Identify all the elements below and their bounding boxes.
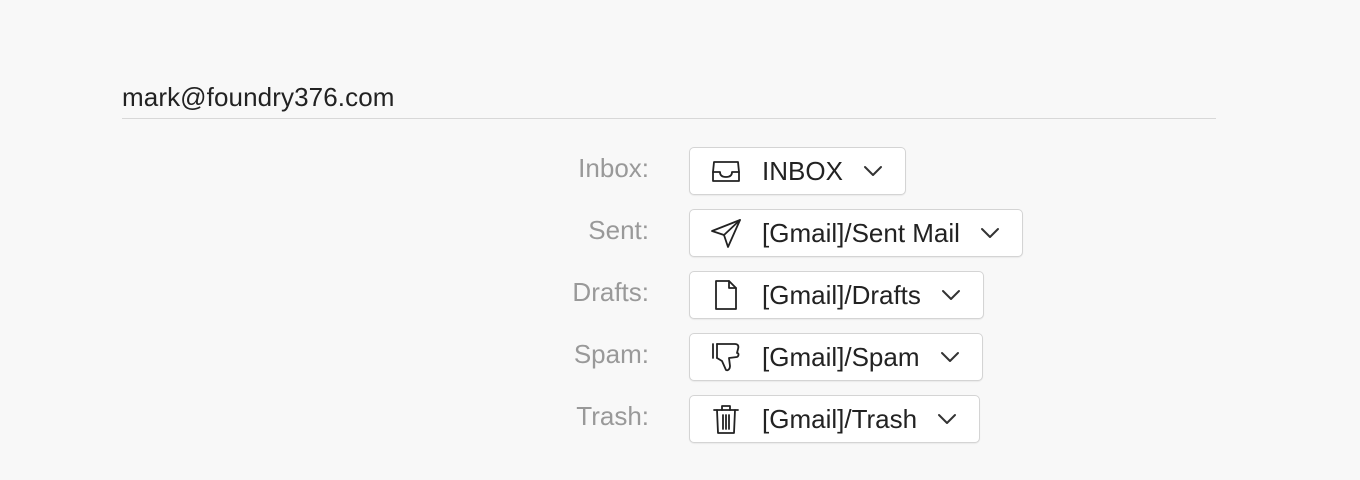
trash-folder-select[interactable]: [Gmail]/Trash — [689, 395, 981, 443]
chevron-down-icon — [935, 407, 959, 431]
folder-label-inbox: Inbox: — [578, 153, 649, 183]
folder-label-spam: Spam: — [573, 339, 649, 369]
folder-row-spam: Spam: [Gmail]/Spam — [0, 333, 1360, 383]
folder-row-sent: Sent: [Gmail]/Sent Mail — [0, 209, 1360, 259]
spam-folder-value: [Gmail]/Spam — [762, 341, 920, 372]
folder-label-sent: Sent: — [588, 215, 649, 245]
folder-row-drafts: Drafts: [Gmail]/Drafts — [0, 271, 1360, 321]
chevron-down-icon — [861, 159, 885, 183]
account-email: mark@foundry376.com — [122, 82, 395, 112]
drafts-folder-value: [Gmail]/Drafts — [762, 279, 921, 310]
folder-row-trash: Trash: [Gmail]/Trash — [0, 395, 1360, 445]
sent-folder-value: [Gmail]/Sent Mail — [762, 217, 960, 248]
chevron-down-icon — [938, 345, 962, 369]
thumbs-down-icon — [708, 339, 744, 375]
inbox-folder-select[interactable]: INBOX — [689, 147, 906, 195]
inbox-icon — [708, 153, 744, 189]
chevron-down-icon — [978, 221, 1002, 245]
folder-label-drafts: Drafts: — [572, 277, 649, 307]
folder-row-inbox: Inbox: INBOX — [0, 147, 1360, 197]
folder-label-trash: Trash: — [576, 401, 649, 431]
inbox-folder-value: INBOX — [762, 155, 843, 186]
chevron-down-icon — [939, 283, 963, 307]
spam-folder-select[interactable]: [Gmail]/Spam — [689, 333, 983, 381]
trash-folder-value: [Gmail]/Trash — [762, 403, 918, 434]
sent-folder-select[interactable]: [Gmail]/Sent Mail — [689, 209, 1023, 257]
drafts-folder-select[interactable]: [Gmail]/Drafts — [689, 271, 984, 319]
send-icon — [708, 215, 744, 251]
document-icon — [708, 277, 744, 313]
account-header: mark@foundry376.com — [122, 78, 1216, 119]
trash-icon — [708, 401, 744, 437]
